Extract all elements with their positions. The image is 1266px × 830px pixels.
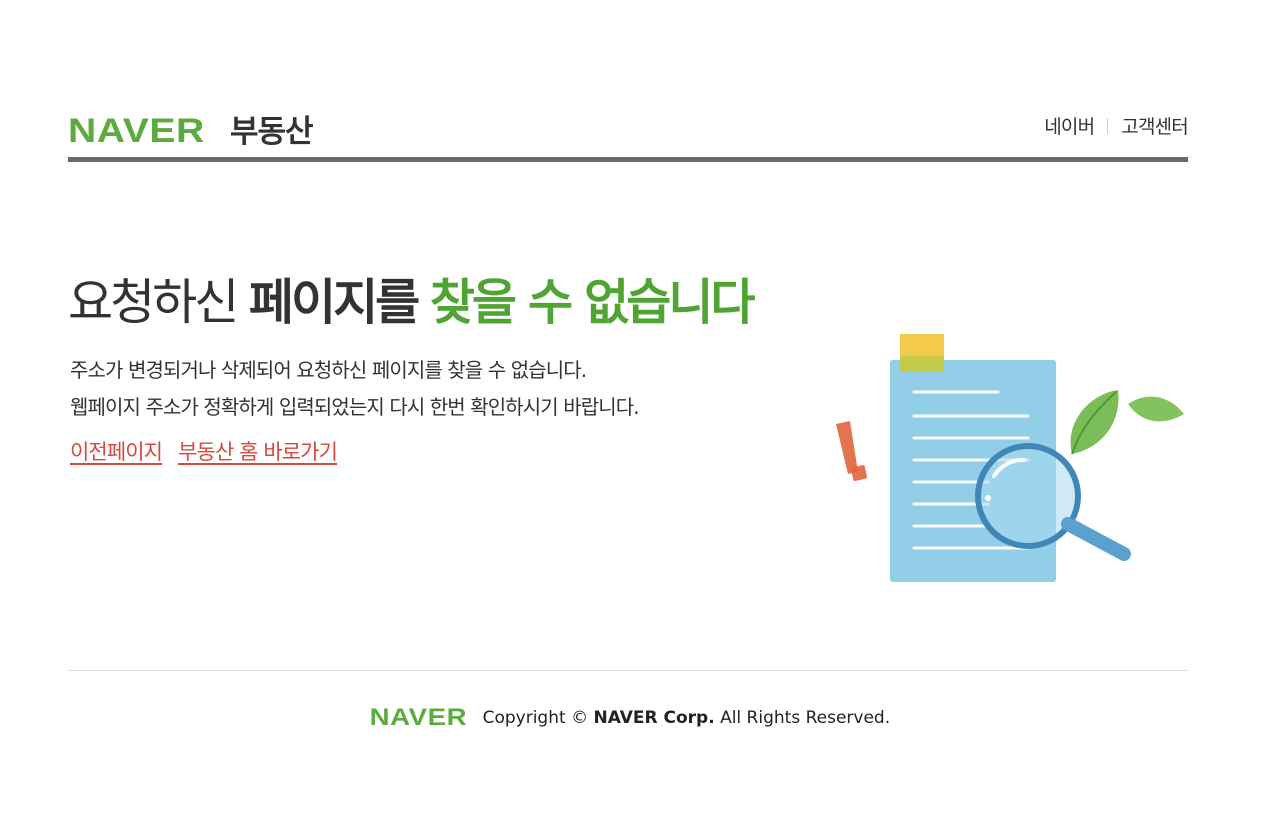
service-name[interactable]: 부동산: [230, 106, 314, 151]
title-part2: 페이지를: [248, 274, 420, 331]
sticky-note-icon: [900, 334, 944, 372]
real-estate-home-link[interactable]: 부동산 홈 바로가기: [178, 436, 338, 466]
footer-naver-logo[interactable]: NAVER: [370, 704, 467, 732]
copyright-corp: NAVER Corp.: [593, 708, 715, 728]
magnifier-icon: [975, 443, 1131, 561]
previous-page-link[interactable]: 이전페이지: [70, 436, 163, 466]
action-links: 이전페이지 부동산 홈 바로가기: [70, 436, 353, 466]
header: NAVER 부동산 네이버 고객센터: [68, 100, 1189, 162]
error-description: 주소가 변경되거나 삭제되어 요청하신 페이지를 찾을 수 없습니다. 웹페이지…: [70, 352, 640, 426]
title-part1: 요청하신: [68, 274, 239, 331]
naver-real-estate-logo[interactable]: NAVER 부동산: [68, 106, 314, 151]
desc-line-2: 웹페이지 주소가 정확하게 입력되었는지 다시 한번 확인하시기 바랍니다.: [70, 395, 640, 419]
nav-customer-center-link[interactable]: 고객센터: [1121, 112, 1189, 139]
error-page: NAVER 부동산 네이버 고객센터 요청하신 페이지를 찾을 수 없습니다 주…: [0, 0, 1266, 830]
nav-naver-link[interactable]: 네이버: [1044, 112, 1095, 139]
naver-logo[interactable]: NAVER: [68, 112, 236, 151]
document-magnifier-illustration: [836, 334, 1184, 582]
footer: NAVER Copyright © NAVER Corp. All Rights…: [0, 704, 1266, 732]
copyright-rights: All Rights Reserved.: [720, 708, 891, 728]
footer-divider: [68, 670, 1188, 671]
page-title: 요청하신 페이지를 찾을 수 없습니다: [68, 263, 756, 334]
desc-line-1: 주소가 변경되거나 삭제되어 요청하신 페이지를 찾을 수 없습니다.: [70, 358, 587, 382]
leaf-icon: [1070, 390, 1184, 455]
nav-divider: [1107, 117, 1109, 134]
title-accent: 찾을 수 없습니다: [429, 274, 756, 331]
exclamation-icon: [836, 421, 867, 481]
copyright-prefix: Copyright ©: [482, 708, 589, 728]
top-nav: 네이버 고객센터: [1044, 112, 1189, 139]
copyright-text: Copyright © NAVER Corp. All Rights Reser…: [483, 708, 891, 728]
